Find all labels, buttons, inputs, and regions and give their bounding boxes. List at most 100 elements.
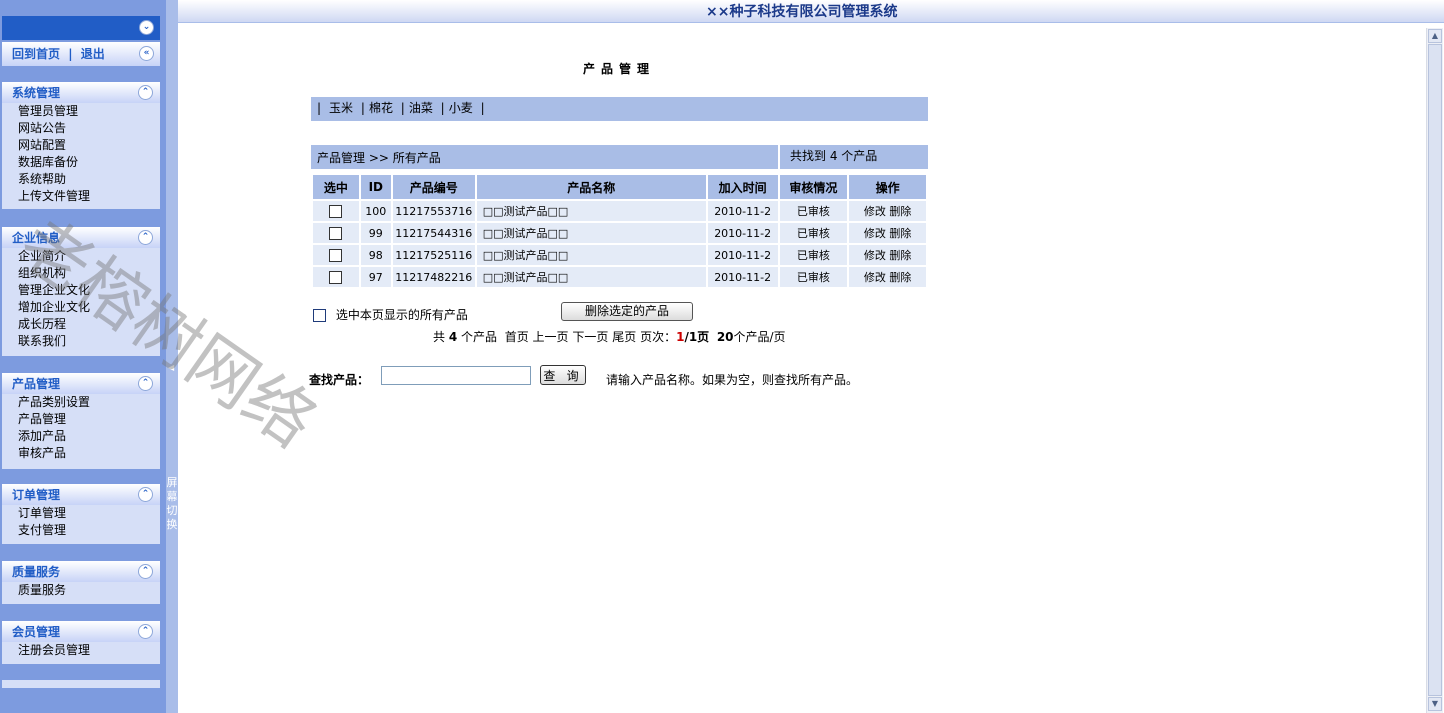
total-pages: /1页 [684,330,710,344]
app-title: ××种子科技有限公司管理系统 [706,4,898,20]
cell-name: □□测试产品□□ [474,199,708,223]
menu-item-backup[interactable]: 数据库备份 [2,154,160,171]
cell-status: 已审核 [777,199,850,223]
row-checkbox[interactable] [329,248,343,262]
edit-link[interactable]: 修改 [864,227,886,240]
arrow-left-icon[interactable]: ◀ [168,363,174,372]
logout-link[interactable]: 退出 [81,47,105,61]
category-link-wheat[interactable]: 小麦 [449,101,473,115]
cell-status: 已审核 [777,221,850,245]
delete-link[interactable]: 删除 [889,249,911,262]
table-row: 97 11217482216 □□测试产品□□ 2010-11-2 已审核 修改… [311,265,928,289]
last-page-link[interactable]: 尾页 [612,330,636,344]
collapse-up-icon[interactable]: ⌃ [138,624,153,639]
edit-link[interactable]: 修改 [864,249,886,262]
select-all-checkbox[interactable] [313,309,326,322]
menu-item-add-culture[interactable]: 增加企业文化 [2,299,160,316]
menu-item-upload[interactable]: 上传文件管理 [2,188,160,205]
home-link[interactable]: 回到首页 [12,47,60,61]
category-bar: | 玉米 | 棉花 | 油菜 | 小麦 | [311,97,928,121]
delete-link[interactable]: 删除 [889,205,911,218]
delete-selected-button[interactable]: 删除选定的产品 [561,302,693,321]
menu-item-culture[interactable]: 管理企业文化 [2,282,160,299]
breadcrumb: 产品管理 >> 所有产品 [317,151,441,165]
collapse-all-icon[interactable]: ⌄ [139,20,154,35]
edit-link[interactable]: 修改 [864,271,886,284]
home-logout-box: 回到首页 | 退出 « [2,42,160,66]
cell-code: 11217544316 [390,221,477,245]
category-link-corn[interactable]: 玉米 [329,101,353,115]
menu-item-config[interactable]: 网站配置 [2,137,160,154]
menu-item-help[interactable]: 系统帮助 [2,171,160,188]
prev-page-link[interactable]: 上一页 [533,330,569,344]
menu-item-intro[interactable]: 企业简介 [2,248,160,265]
col-date: 加入时间 [705,173,780,201]
edit-link[interactable]: 修改 [864,205,886,218]
collapse-up-icon[interactable]: ⌃ [138,487,153,502]
separator: | [480,101,485,115]
scrollbar[interactable]: ▲ ▼ [1426,28,1443,713]
menu-group-title[interactable]: 系统管理 [12,86,60,100]
collapse-up-icon[interactable]: ⌃ [138,230,153,245]
search-label: 查找产品： [309,373,370,387]
menu-item-payment[interactable]: 支付管理 [2,522,160,539]
menu-item-add-product[interactable]: 添加产品 [2,428,160,445]
menu-group-title[interactable]: 质量服务 [12,565,60,579]
col-name: 产品名称 [474,173,708,201]
row-checkbox[interactable] [329,204,343,218]
delete-link[interactable]: 删除 [889,271,911,284]
cell-actions: 修改 删除 [847,199,928,223]
first-page-link[interactable]: 首页 [505,330,529,344]
menu-item-history[interactable]: 成长历程 [2,316,160,333]
left-menu-frame: ⌄ 回到首页 | 退出 « 系统管理 ⌃ 管理员管理 网站公告 网站配置 数据库备… [0,0,166,713]
menu-item-org[interactable]: 组织机构 [2,265,160,282]
menu-item-member[interactable]: 注册会员管理 [2,642,160,659]
menu-group-title[interactable]: 产品管理 [12,377,60,391]
menu-item-contact[interactable]: 联系我们 [2,333,160,350]
search-input[interactable] [381,366,531,385]
menu-group-member: 会员管理 ⌃ 注册会员管理 [2,621,160,664]
search-button[interactable]: 查 询 [540,365,586,385]
menu-item-quality[interactable]: 质量服务 [2,582,160,599]
menu-item-order[interactable]: 订单管理 [2,505,160,522]
pagination: 共 4 个产品 首页 上一页 下一页 尾页 页次：1/1页 20个产品/页 [433,328,786,345]
menu-item-admin[interactable]: 管理员管理 [2,103,160,120]
table-header-row: 选中 ID 产品编号 产品名称 加入时间 审核情况 操作 [311,173,928,201]
menu-item-audit[interactable]: 审核产品 [2,445,160,462]
category-link-cotton[interactable]: 棉花 [369,101,393,115]
cell-status: 已审核 [777,265,850,289]
pager-total-prefix: 共 [433,330,446,344]
menu-item-notice[interactable]: 网站公告 [2,120,160,137]
category-link-rapeseed[interactable]: 油菜 [409,101,433,115]
row-checkbox[interactable] [329,270,343,284]
menu-group-title[interactable]: 会员管理 [12,625,60,639]
col-code: 产品编号 [390,173,477,201]
select-all-label[interactable]: 选中本页显示的所有产品 [336,308,468,322]
next-page-link[interactable]: 下一页 [572,330,608,344]
table-row: 98 11217525116 □□测试产品□□ 2010-11-2 已审核 修改… [311,243,928,267]
per-page: 20 [716,330,734,344]
breadcrumb-bar: 产品管理 >> 所有产品 共找到 4 个产品 [311,145,928,169]
scroll-thumb[interactable] [1428,44,1442,696]
col-actions: 操作 [847,173,928,201]
collapse-up-icon[interactable]: ⌃ [138,376,153,391]
collapse-up-icon[interactable]: ⌃ [138,85,153,100]
screen-switch-label[interactable]: 屏幕切换 [166,476,178,532]
row-checkbox[interactable] [329,226,343,240]
scroll-down-icon[interactable]: ▼ [1428,697,1442,711]
per-page-suffix: 个产品/页 [733,330,786,344]
page-label: 页次： [640,330,677,344]
collapse-up-icon[interactable]: ⌃ [138,564,153,579]
menu-item-product[interactable]: 产品管理 [2,411,160,428]
select-all: 选中本页显示的所有产品 [313,306,468,323]
menu-group-title[interactable]: 订单管理 [12,488,60,502]
separator: | [68,47,73,61]
menu-item-category[interactable]: 产品类别设置 [2,394,160,411]
cell-name: □□测试产品□□ [474,243,708,267]
cell-id: 97 [358,265,393,289]
scroll-up-icon[interactable]: ▲ [1428,29,1442,43]
menu-group-title[interactable]: 企业信息 [12,231,60,245]
frame-splitter[interactable]: ◀ 屏幕切换 [166,0,178,713]
delete-link[interactable]: 删除 [889,227,911,240]
hide-menu-icon[interactable]: « [139,46,154,61]
